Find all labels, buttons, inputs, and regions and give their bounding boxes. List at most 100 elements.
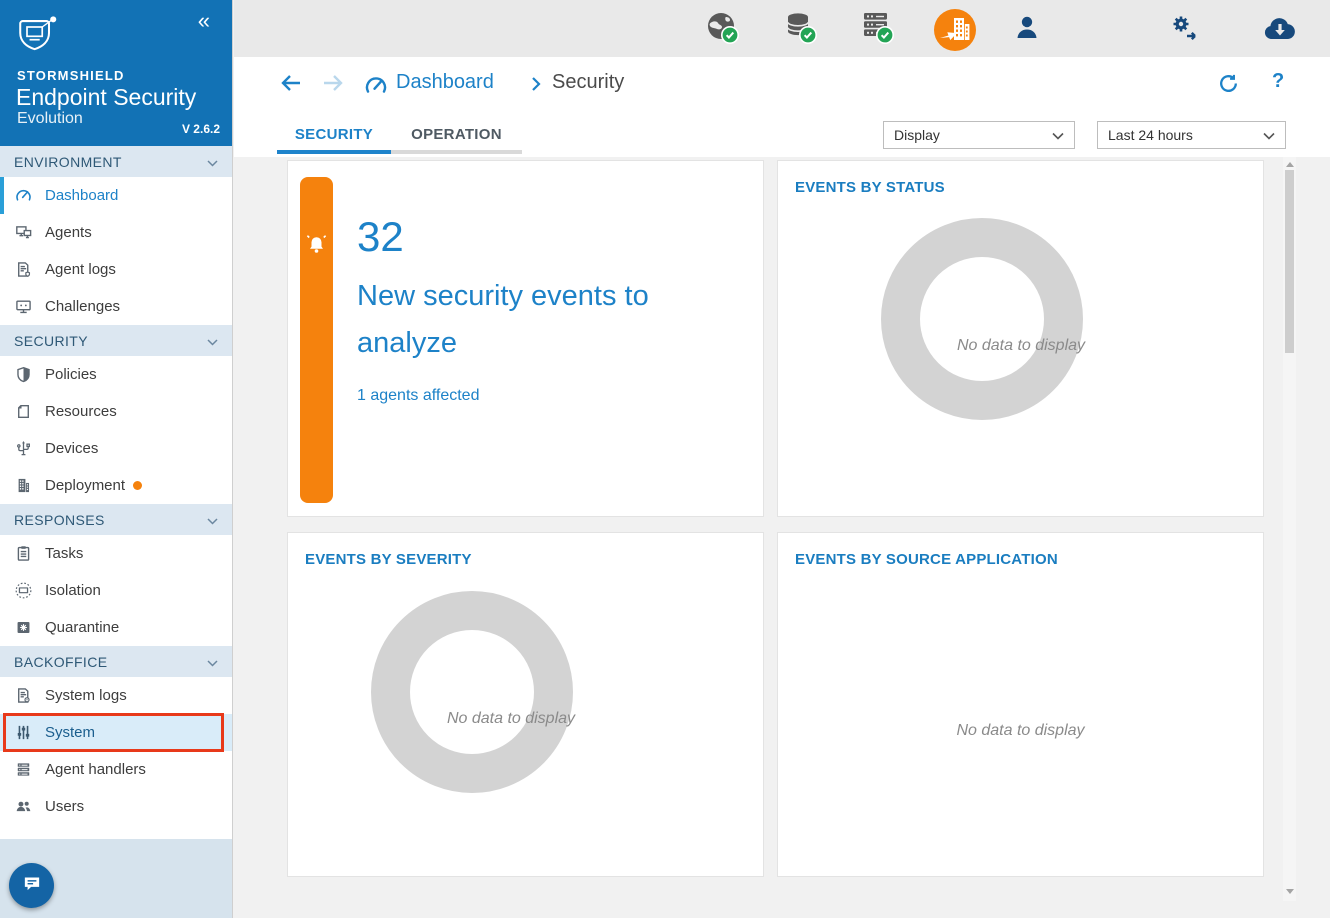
sidebar-item-policies[interactable]: Policies: [0, 356, 232, 393]
refresh-icon[interactable]: [1217, 72, 1240, 100]
events-by-severity-card: EVENTS BY SEVERITY No data to display: [287, 532, 764, 877]
sidebar-item-agent-logs[interactable]: Agent logs: [0, 251, 232, 288]
sidebar-nav: ENVIRONMENT Dashboard Agents Agent logs Chal…: [0, 146, 232, 825]
services-gear-icon[interactable]: [1170, 13, 1202, 50]
users-icon: [15, 798, 32, 815]
tab-security[interactable]: SECURITY: [277, 118, 391, 154]
chat-support-button[interactable]: [9, 863, 54, 908]
sidebar-item-label: Agent logs: [45, 261, 116, 278]
scrollbar-thumb[interactable]: [1285, 170, 1294, 353]
no-data-text: No data to display: [778, 719, 1263, 743]
events-by-status-card: EVENTS BY STATUS No data to display: [777, 160, 1264, 517]
topbar: [234, 0, 1330, 57]
gauge-icon: [15, 187, 32, 204]
sidebar-item-resources[interactable]: Resources: [0, 393, 232, 430]
sidebar-item-dashboard[interactable]: Dashboard: [0, 177, 232, 214]
sidebar-item-agents[interactable]: Agents: [0, 214, 232, 251]
sidebar-item-system[interactable]: System: [0, 714, 232, 751]
nav-forward-icon[interactable]: [320, 72, 346, 99]
notification-dot: [133, 481, 142, 490]
chat-bubble-icon: [21, 872, 43, 899]
app-window: « STORMSHIELD Endpoint Security Evolutio…: [0, 0, 1330, 918]
new-events-count: 32: [357, 213, 404, 261]
tasks-icon: [15, 545, 32, 562]
annotation-red-highlight-box: [3, 713, 224, 752]
empty-donut-chart: [881, 218, 1083, 420]
tab-operation[interactable]: OPERATION: [391, 118, 522, 154]
sidebar-item-deployment[interactable]: Deployment: [0, 467, 232, 504]
user-icon[interactable]: [1011, 13, 1043, 50]
help-icon[interactable]: ?: [1272, 70, 1284, 93]
challenges-icon: [15, 298, 32, 315]
environment-status-icon[interactable]: [704, 9, 744, 54]
sidebar-item-label: Quarantine: [45, 619, 119, 636]
brand-product: Endpoint Security: [16, 84, 196, 111]
breadcrumb-chevron-icon: [530, 76, 542, 97]
sidebar-item-isolation[interactable]: Isolation: [0, 572, 232, 609]
dashboard-content: 32 New security events to analyze 1 agen…: [234, 157, 1330, 918]
breadcrumb-dashboard-link[interactable]: Dashboard: [396, 71, 494, 94]
sidebar-item-quarantine[interactable]: Quarantine: [0, 609, 232, 646]
sidebar-item-agent-handlers[interactable]: Agent handlers: [0, 751, 232, 788]
time-period-dropdown[interactable]: Last 24 hours: [1097, 121, 1286, 149]
time-period-dropdown-value: Last 24 hours: [1108, 127, 1263, 143]
breadcrumb-current-page: Security: [552, 71, 624, 94]
isolation-icon: [15, 582, 32, 599]
chevron-down-icon: [1052, 127, 1064, 143]
section-header-security[interactable]: SECURITY: [0, 325, 232, 356]
section-header-environment[interactable]: ENVIRONMENT: [0, 146, 232, 177]
quarantine-icon: [15, 619, 32, 636]
policies-icon: [15, 366, 32, 383]
section-label: SECURITY: [14, 333, 207, 349]
section-label: ENVIRONMENT: [14, 154, 207, 170]
section-header-responses[interactable]: RESPONSES: [0, 504, 232, 535]
sidebar-item-system-logs[interactable]: System logs: [0, 677, 232, 714]
brand-version: V 2.6.2: [182, 122, 220, 136]
section-label: BACKOFFICE: [14, 654, 207, 670]
display-dropdown-value: Display: [894, 127, 1052, 143]
agent-logs-icon: [15, 261, 32, 278]
brand-edition: Evolution: [17, 110, 83, 128]
subheader: Dashboard Security ? SECURITY OPERATION …: [234, 57, 1330, 157]
cloud-download-icon[interactable]: [1261, 12, 1299, 51]
sidebar-footer: [0, 839, 232, 918]
alert-accent-bar: [300, 177, 333, 503]
sidebar-item-label: Dashboard: [45, 187, 118, 204]
system-icon: [15, 724, 32, 741]
display-dropdown[interactable]: Display: [883, 121, 1075, 149]
nav-back-icon[interactable]: [278, 72, 304, 99]
scrollbar-up-arrow[interactable]: [1283, 158, 1296, 170]
sidebar-item-label: Policies: [45, 366, 97, 383]
section-label: RESPONSES: [14, 512, 207, 528]
sidebar-item-devices[interactable]: Devices: [0, 430, 232, 467]
section-header-backoffice[interactable]: BACKOFFICE: [0, 646, 232, 677]
sidebar-item-label: System logs: [45, 687, 127, 704]
sidebar-item-users[interactable]: Users: [0, 788, 232, 825]
new-events-headline: New security events to analyze: [357, 273, 687, 367]
chevron-down-icon: [207, 154, 218, 170]
agent-handlers-icon: [15, 761, 32, 778]
database-status-icon[interactable]: [782, 9, 822, 54]
card-title: EVENTS BY STATUS: [795, 179, 945, 196]
sidebar-item-label: Challenges: [45, 298, 120, 315]
sidebar-item-label: Agent handlers: [45, 761, 146, 778]
sidebar-item-label: Agents: [45, 224, 92, 241]
sidebar-item-tasks[interactable]: Tasks: [0, 535, 232, 572]
system-logs-icon: [15, 687, 32, 704]
main-area: Dashboard Security ? SECURITY OPERATION …: [234, 0, 1330, 918]
scrollbar-down-arrow[interactable]: [1283, 885, 1296, 897]
chevron-down-icon: [207, 654, 218, 670]
no-data-text: No data to display: [956, 334, 1086, 358]
dashboard-gauge-icon: [364, 75, 388, 100]
deploy-environment-button[interactable]: [932, 7, 978, 58]
agent-handler-status-icon[interactable]: [859, 9, 899, 54]
vertical-scrollbar: [1283, 157, 1296, 901]
agents-affected-link[interactable]: 1 agents affected: [357, 387, 479, 405]
sidebar-item-label: Tasks: [45, 545, 83, 562]
sidebar-item-label: System: [45, 724, 95, 741]
no-data-text: No data to display: [446, 707, 576, 731]
sidebar-item-label: Isolation: [45, 582, 101, 599]
sidebar-collapse-icon[interactable]: «: [198, 8, 210, 34]
sidebar-item-challenges[interactable]: Challenges: [0, 288, 232, 325]
sidebar-item-label: Users: [45, 798, 84, 815]
